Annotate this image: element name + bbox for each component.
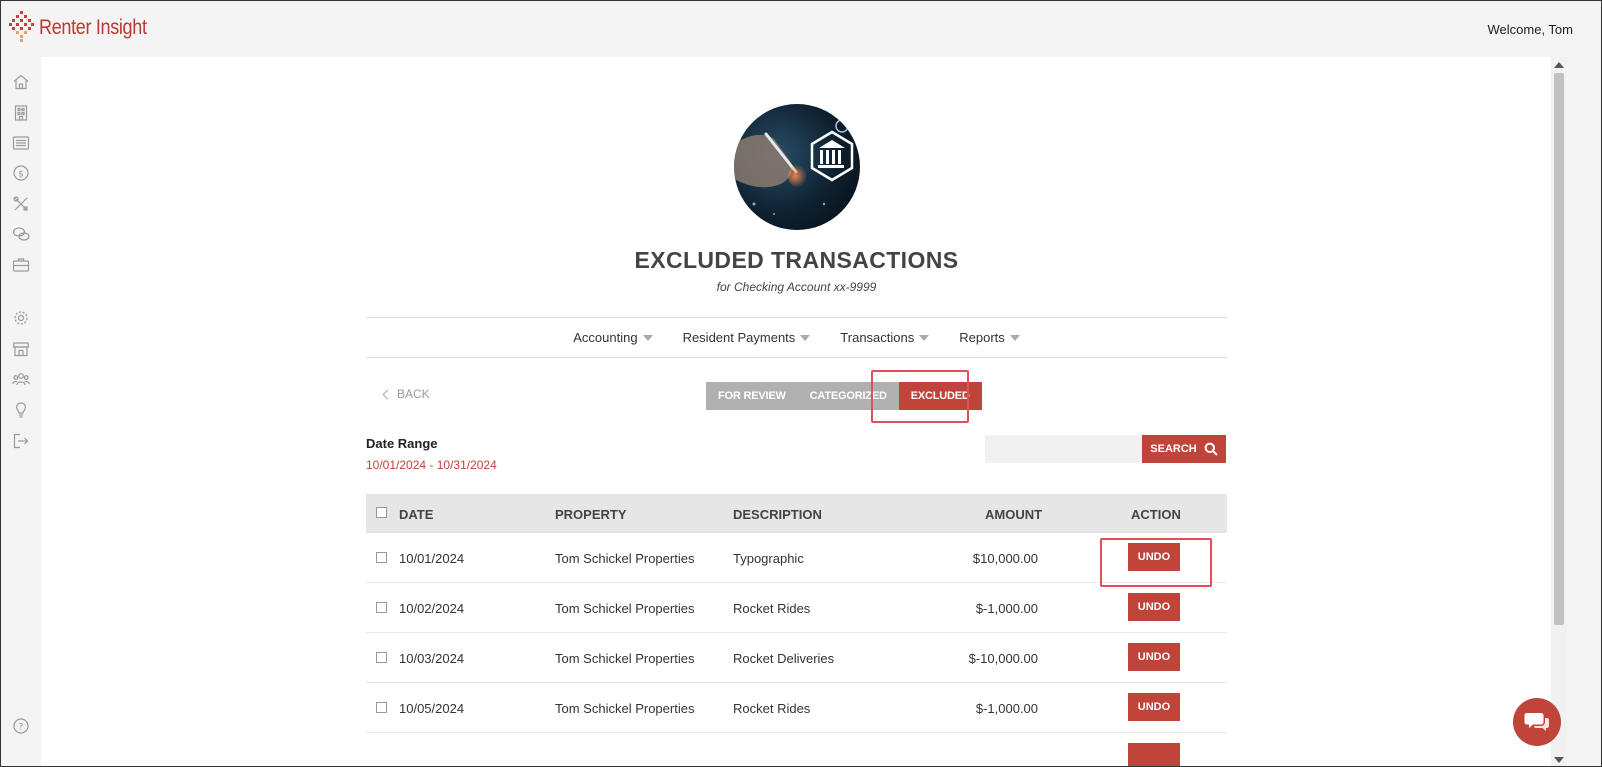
logout-icon[interactable] bbox=[12, 432, 30, 450]
lightbulb-icon[interactable] bbox=[12, 401, 30, 419]
undo-button-partial[interactable] bbox=[1128, 743, 1180, 766]
table-row: 10/01/2024 Tom Schickel Properties Typog… bbox=[366, 533, 1227, 583]
page-subtitle: for Checking Account xx-9999 bbox=[716, 280, 877, 294]
chat-bubble-icon bbox=[1524, 713, 1549, 731]
tab-for-review[interactable]: FOR REVIEW bbox=[706, 382, 798, 410]
search-button-label: SEARCH bbox=[1150, 443, 1197, 455]
chevron-left-icon bbox=[382, 389, 393, 399]
caret-down-icon bbox=[800, 334, 811, 341]
section-nav: Accounting Resident Payments Transaction… bbox=[366, 317, 1227, 358]
briefcase-icon[interactable] bbox=[12, 256, 30, 274]
select-all-checkbox[interactable] bbox=[376, 507, 387, 518]
row-amount: $-1,000.00 bbox=[975, 601, 1038, 616]
row-description: Rocket Rides bbox=[733, 601, 811, 616]
date-range-label: Date Range bbox=[366, 436, 438, 451]
store-icon[interactable] bbox=[12, 340, 30, 358]
table-header: DATE PROPERTY DESCRIPTION AMOUNT ACTION bbox=[366, 494, 1227, 533]
nav-reports-label: Reports bbox=[959, 330, 1005, 345]
row-description: Typographic bbox=[733, 551, 804, 566]
caret-down-icon bbox=[1009, 334, 1020, 341]
row-checkbox[interactable] bbox=[376, 602, 387, 613]
table-row: 10/05/2024 Tom Schickel Properties Rocke… bbox=[366, 683, 1227, 733]
undo-button[interactable]: UNDO bbox=[1128, 593, 1180, 621]
row-date: 10/05/2024 bbox=[399, 701, 465, 716]
undo-button[interactable]: UNDO bbox=[1128, 643, 1180, 671]
row-description: Rocket Deliveries bbox=[733, 651, 835, 666]
row-date: 10/01/2024 bbox=[399, 551, 465, 566]
row-date: 10/03/2024 bbox=[399, 651, 465, 666]
row-checkbox[interactable] bbox=[376, 652, 387, 663]
nav-resident-payments-label: Resident Payments bbox=[682, 330, 796, 345]
nav-accounting[interactable]: Accounting bbox=[573, 330, 653, 345]
brand-name: Renter Insight bbox=[39, 16, 147, 39]
chat-icon[interactable] bbox=[12, 225, 30, 243]
undo-button[interactable]: UNDO bbox=[1128, 693, 1180, 721]
nav-accounting-label: Accounting bbox=[573, 330, 638, 345]
building-icon[interactable] bbox=[12, 104, 30, 122]
dollar-icon[interactable]: $ bbox=[12, 164, 30, 182]
transactions-table: DATE PROPERTY DESCRIPTION AMOUNT ACTION … bbox=[366, 494, 1227, 766]
table-row: 10/02/2024 Tom Schickel Properties Rocke… bbox=[366, 583, 1227, 633]
back-label: BACK bbox=[397, 387, 430, 401]
undo-button-highlight bbox=[1100, 538, 1212, 587]
col-amount: AMOUNT bbox=[985, 507, 1043, 522]
table-row-partial bbox=[366, 733, 1227, 766]
row-checkbox[interactable] bbox=[376, 552, 387, 563]
search-icon bbox=[1204, 442, 1218, 456]
app-window: Renter Insight Welcome, Tom $ ? EXCLUDED… bbox=[0, 0, 1602, 767]
col-action: ACTION bbox=[1131, 507, 1181, 522]
nav-transactions[interactable]: Transactions bbox=[840, 330, 930, 345]
row-date: 10/02/2024 bbox=[399, 601, 465, 616]
nav-reports[interactable]: Reports bbox=[959, 330, 1020, 345]
scroll-down-arrow-icon[interactable] bbox=[1554, 757, 1564, 763]
col-date: DATE bbox=[399, 507, 434, 522]
main-content: EXCLUDED TRANSACTIONS for Checking Accou… bbox=[41, 57, 1551, 766]
logo-mark-icon bbox=[9, 11, 35, 45]
row-property: Tom Schickel Properties bbox=[555, 601, 695, 616]
scroll-thumb[interactable] bbox=[1554, 73, 1564, 625]
row-amount: $-10,000.00 bbox=[968, 651, 1038, 666]
excluded-tab-highlight bbox=[871, 370, 969, 423]
sidebar: $ ? bbox=[1, 57, 41, 766]
bank-hero-image bbox=[734, 104, 860, 230]
svg-text:?: ? bbox=[19, 723, 24, 733]
nav-transactions-label: Transactions bbox=[840, 330, 915, 345]
nav-resident-payments[interactable]: Resident Payments bbox=[683, 330, 811, 345]
row-amount: $-1,000.00 bbox=[975, 701, 1038, 716]
col-description: DESCRIPTION bbox=[733, 507, 822, 522]
gear-icon[interactable] bbox=[12, 309, 30, 327]
caret-down-icon bbox=[642, 334, 653, 341]
caret-down-icon bbox=[919, 334, 930, 341]
search-button[interactable]: SEARCH bbox=[1142, 435, 1226, 463]
row-property: Tom Schickel Properties bbox=[555, 651, 695, 666]
welcome-message[interactable]: Welcome, Tom bbox=[1488, 22, 1574, 37]
people-icon[interactable] bbox=[12, 370, 30, 388]
row-property: Tom Schickel Properties bbox=[555, 701, 695, 716]
svg-text:$: $ bbox=[18, 170, 24, 180]
top-bar: Renter Insight Welcome, Tom bbox=[1, 1, 1601, 57]
search-input[interactable] bbox=[985, 435, 1142, 463]
date-range-value[interactable]: 10/01/2024 - 10/31/2024 bbox=[366, 458, 497, 472]
tools-icon[interactable] bbox=[12, 195, 30, 213]
home-icon[interactable] bbox=[12, 73, 30, 91]
row-description: Rocket Rides bbox=[733, 701, 811, 716]
table-row: 10/03/2024 Tom Schickel Properties Rocke… bbox=[366, 633, 1227, 683]
scroll-up-arrow-icon[interactable] bbox=[1554, 62, 1564, 68]
row-property: Tom Schickel Properties bbox=[555, 551, 695, 566]
page-title: EXCLUDED TRANSACTIONS bbox=[634, 247, 959, 273]
live-chat-button[interactable] bbox=[1513, 698, 1561, 746]
list-icon[interactable] bbox=[12, 134, 30, 152]
row-checkbox[interactable] bbox=[376, 702, 387, 713]
row-amount: $10,000.00 bbox=[972, 551, 1038, 566]
back-link[interactable]: BACK bbox=[382, 387, 430, 401]
scrollbar[interactable] bbox=[1551, 57, 1567, 766]
brand-logo[interactable]: Renter Insight bbox=[9, 11, 164, 45]
help-icon[interactable]: ? bbox=[12, 717, 30, 735]
col-property: PROPERTY bbox=[555, 507, 627, 522]
